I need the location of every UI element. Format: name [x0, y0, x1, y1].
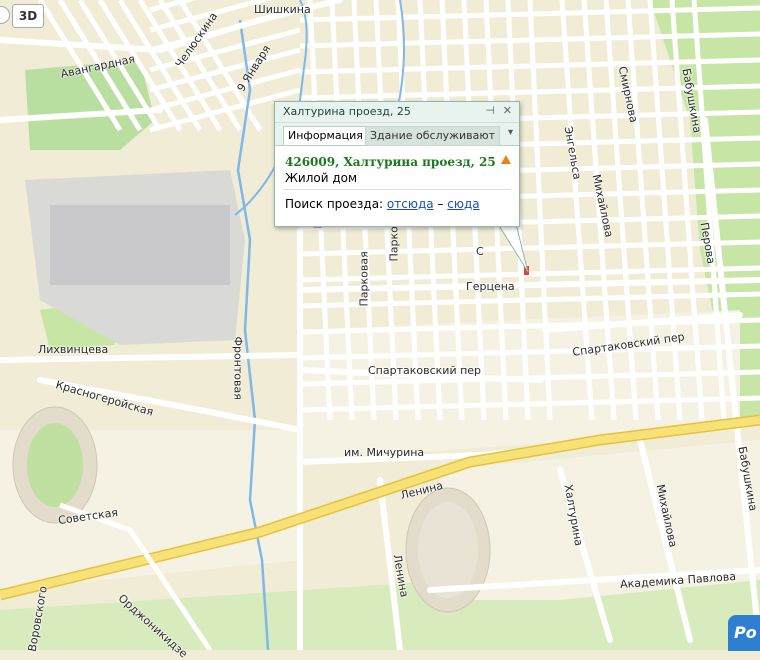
balloon-tail — [497, 222, 529, 273]
balloon-divider — [283, 189, 511, 190]
pin-icon[interactable]: ⊣ — [485, 104, 495, 117]
brand-logo[interactable]: Ро — [728, 615, 760, 651]
route-label: Поиск проезда: — [285, 197, 384, 211]
stadium-right — [405, 487, 491, 613]
route-search: Поиск проезда: отсюда – сюда — [285, 197, 480, 211]
info-balloon: Халтурина проезд, 25 ⊣ ✕ Информация Здан… — [274, 101, 520, 227]
tab-building-service[interactable]: Здание обслуживают — [365, 126, 501, 146]
tabs-more-icon[interactable]: ▾ — [508, 127, 513, 138]
balloon-title: Халтурина проезд, 25 — [283, 105, 411, 118]
warning-icon[interactable] — [501, 155, 511, 164]
close-icon[interactable]: ✕ — [503, 104, 512, 117]
3d-button[interactable]: 3D — [12, 4, 44, 28]
balloon-address: 426009, Халтурина проезд, 25 — [285, 155, 496, 169]
map-canvas[interactable] — [0, 0, 760, 650]
route-to-link[interactable]: сюда — [447, 197, 479, 211]
industrial-building — [50, 205, 230, 285]
route-from-link[interactable]: отсюда — [387, 197, 434, 211]
balloon-tabs: Информация Здание обслуживают ▾ — [275, 123, 519, 146]
brand-logo-text: Ро — [734, 623, 757, 642]
balloon-building-type: Жилой дом — [285, 171, 358, 185]
stadium-left — [12, 406, 98, 524]
park-area-west — [25, 60, 155, 150]
route-dash: – — [437, 197, 444, 211]
tab-information[interactable]: Информация — [283, 126, 368, 145]
balloon-header: Халтурина проезд, 25 ⊣ ✕ — [275, 102, 519, 123]
